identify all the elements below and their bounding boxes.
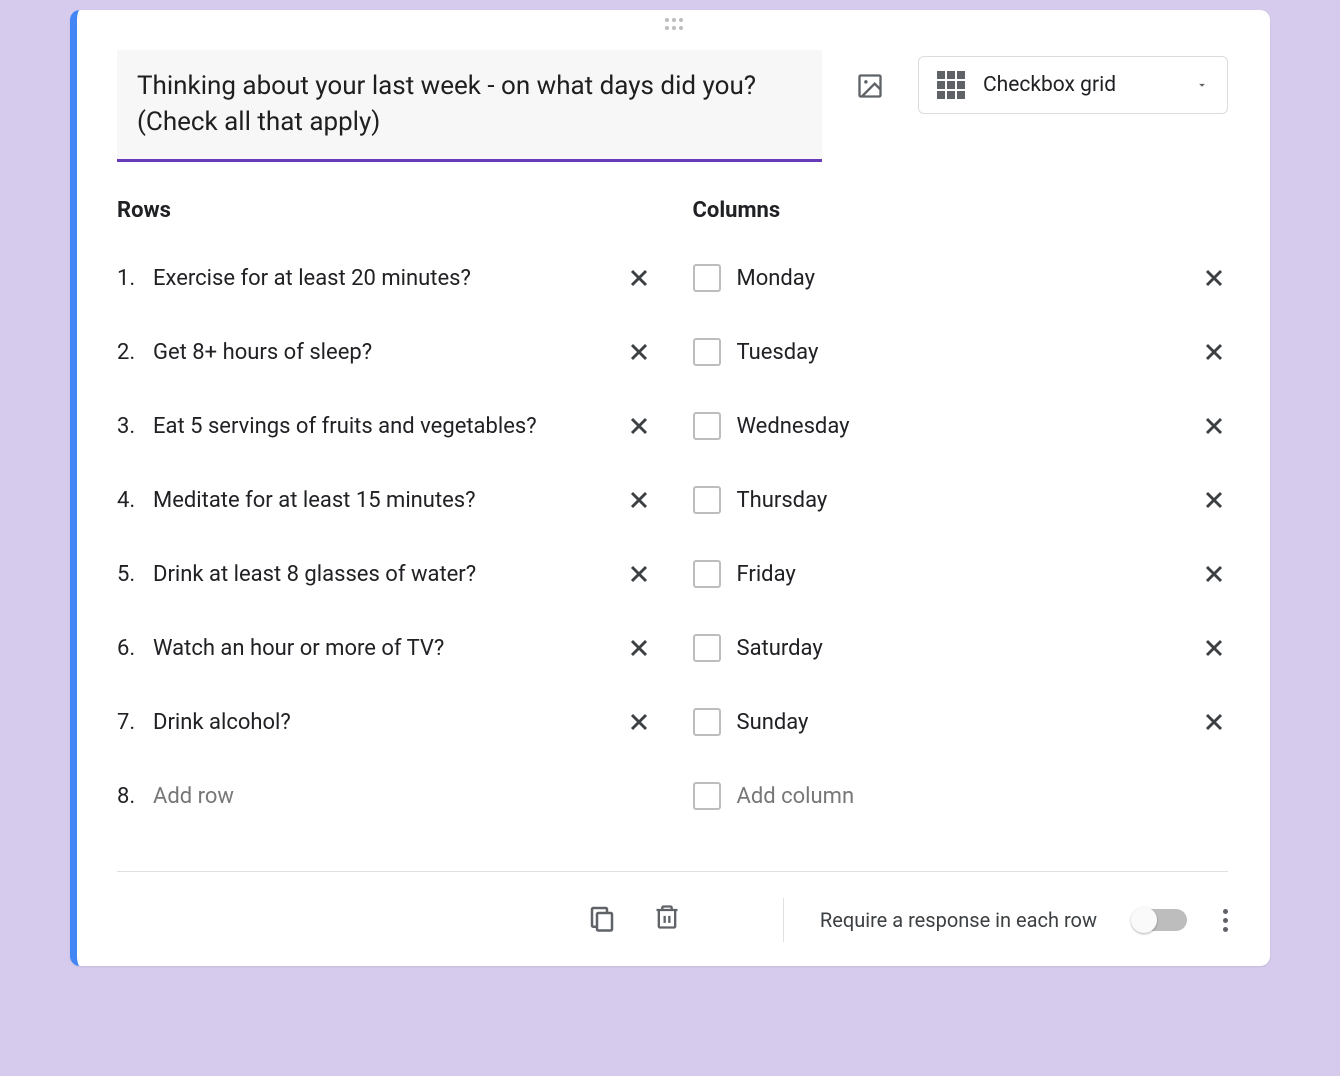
checkbox-icon [693,338,721,366]
column-text[interactable]: Friday [737,562,1185,587]
row-item[interactable]: 4. Meditate for at least 15 minutes? [117,471,653,529]
remove-column-button[interactable] [1200,264,1228,292]
question-header: Thinking about your last week - on what … [117,50,1228,162]
columns-column: Columns Monday Tuesday Wednesday Thursda… [693,198,1229,841]
remove-row-button[interactable] [625,338,653,366]
remove-row-button[interactable] [625,412,653,440]
chevron-down-icon [1195,78,1209,92]
column-item[interactable]: Sunday [693,693,1229,751]
column-item[interactable]: Wednesday [693,397,1229,455]
rows-header: Rows [117,198,653,223]
row-number: 3. [117,414,137,439]
duplicate-button[interactable] [587,903,617,937]
require-response-toggle[interactable] [1133,909,1187,931]
require-response-label: Require a response in each row [820,908,1097,932]
question-type-select[interactable]: Checkbox grid [918,56,1228,114]
column-text[interactable]: Tuesday [737,340,1185,365]
remove-row-button[interactable] [625,634,653,662]
row-number: 2. [117,340,137,365]
remove-column-button[interactable] [1200,412,1228,440]
row-item[interactable]: 1. Exercise for at least 20 minutes? [117,249,653,307]
copy-icon [587,903,617,933]
row-item[interactable]: 5. Drink at least 8 glasses of water? [117,545,653,603]
checkbox-icon [693,634,721,662]
row-item[interactable]: 2. Get 8+ hours of sleep? [117,323,653,381]
remove-column-button[interactable] [1200,634,1228,662]
add-row-placeholder: Add row [153,784,653,809]
remove-row-button[interactable] [625,560,653,588]
remove-column-button[interactable] [1200,338,1228,366]
question-type-label: Checkbox grid [983,73,1177,97]
checkbox-icon [693,782,721,810]
checkbox-icon [693,708,721,736]
row-item[interactable]: 7. Drink alcohol? [117,693,653,751]
column-text[interactable]: Sunday [737,710,1185,735]
column-item[interactable]: Tuesday [693,323,1229,381]
question-footer: Require a response in each row [117,871,1228,942]
delete-button[interactable] [653,903,681,937]
remove-row-button[interactable] [625,486,653,514]
row-text[interactable]: Drink at least 8 glasses of water? [153,562,609,587]
column-text[interactable]: Saturday [737,636,1185,661]
row-text[interactable]: Exercise for at least 20 minutes? [153,266,609,291]
question-text-input[interactable]: Thinking about your last week - on what … [117,50,822,162]
remove-row-button[interactable] [625,264,653,292]
remove-column-button[interactable] [1200,560,1228,588]
remove-column-button[interactable] [1200,708,1228,736]
row-item[interactable]: 6. Watch an hour or more of TV? [117,619,653,677]
row-text[interactable]: Meditate for at least 15 minutes? [153,488,609,513]
column-text[interactable]: Thursday [737,488,1185,513]
column-item[interactable]: Thursday [693,471,1229,529]
column-text[interactable]: Monday [737,266,1185,291]
grid-editor: Rows 1. Exercise for at least 20 minutes… [117,198,1228,841]
row-number: 4. [117,488,137,513]
remove-row-button[interactable] [625,708,653,736]
column-item[interactable]: Saturday [693,619,1229,677]
image-icon [856,72,884,100]
add-column-item[interactable]: Add column [693,767,1229,825]
row-text[interactable]: Eat 5 servings of fruits and vegetables? [153,414,609,439]
row-text[interactable]: Watch an hour or more of TV? [153,636,609,661]
row-text[interactable]: Get 8+ hours of sleep? [153,340,609,365]
question-card: Thinking about your last week - on what … [70,10,1270,966]
checkbox-icon [693,412,721,440]
checkbox-icon [693,486,721,514]
row-item[interactable]: 3. Eat 5 servings of fruits and vegetabl… [117,397,653,455]
row-number: 5. [117,562,137,587]
column-item[interactable]: Friday [693,545,1229,603]
row-number: 6. [117,636,137,661]
add-image-button[interactable] [846,62,894,110]
row-number: 8. [117,784,137,809]
row-number: 7. [117,710,137,735]
trash-icon [653,903,681,931]
row-number: 1. [117,266,137,291]
drag-handle-icon[interactable] [662,18,686,30]
column-item[interactable]: Monday [693,249,1229,307]
add-column-placeholder: Add column [737,784,1229,809]
add-row-item[interactable]: 8. Add row [117,767,653,825]
row-text[interactable]: Drink alcohol? [153,710,609,735]
checkbox-icon [693,560,721,588]
checkbox-icon [693,264,721,292]
columns-header: Columns [693,198,1229,223]
checkbox-grid-icon [937,71,965,99]
remove-column-button[interactable] [1200,486,1228,514]
more-options-button[interactable] [1223,909,1228,932]
rows-column: Rows 1. Exercise for at least 20 minutes… [117,198,653,841]
divider [783,898,784,942]
column-text[interactable]: Wednesday [737,414,1185,439]
